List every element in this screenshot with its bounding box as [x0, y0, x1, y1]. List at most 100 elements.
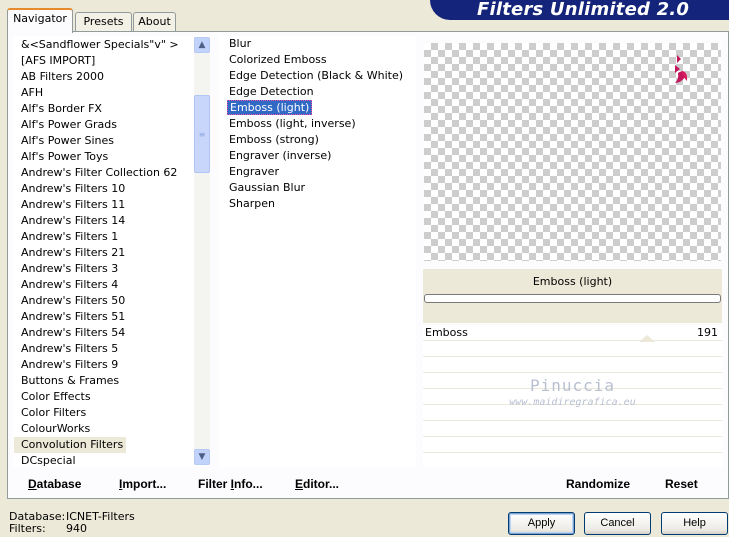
category-item[interactable]: Andrew's Filters 9: [14, 357, 209, 373]
app-title-banner: Filters Unlimited 2.0: [430, 0, 729, 20]
preview-canvas[interactable]: [424, 43, 721, 261]
category-item[interactable]: Andrew's Filters 11: [14, 197, 209, 213]
filter-item[interactable]: Engraver (inverse): [219, 148, 416, 164]
category-item[interactable]: Alf's Border FX: [14, 101, 209, 117]
chevron-up-icon: ▲: [198, 40, 206, 50]
scroll-down-button[interactable]: ▼: [194, 449, 210, 465]
filter-label: Engraver: [229, 165, 279, 178]
category-scrollbar[interactable]: ▲ ≡ ▼: [194, 37, 210, 465]
category-item[interactable]: Andrew's Filters 50: [14, 293, 209, 309]
category-label: Buttons & Frames: [21, 374, 120, 387]
category-label: Andrew's Filters 1: [21, 230, 119, 243]
category-label: Andrew's Filters 11: [21, 198, 126, 211]
scroll-up-button[interactable]: ▲: [194, 37, 210, 53]
category-label: &<Sandflower Specials"v" >: [21, 38, 179, 51]
filter-item[interactable]: Emboss (light, inverse): [219, 116, 416, 132]
category-item[interactable]: [AFS IMPORT]: [14, 53, 209, 69]
cancel-button[interactable]: Cancel: [584, 512, 651, 535]
filter-info-area: Emboss (light): [423, 269, 722, 323]
category-item[interactable]: AFH: [14, 85, 209, 101]
watermark-url: www.maidiregrafica.eu: [509, 397, 636, 408]
filter-item[interactable]: Colorized Emboss: [219, 52, 416, 68]
filter-label: Emboss (light, inverse): [229, 117, 356, 130]
filter-item[interactable]: Edge Detection (Black & White): [219, 68, 416, 84]
filter-label: Engraver (inverse): [229, 149, 332, 162]
filter-item[interactable]: Blur: [219, 36, 416, 52]
category-label: Alf's Border FX: [21, 102, 102, 115]
tab-about[interactable]: About: [133, 12, 176, 32]
category-item[interactable]: Color Effects: [14, 389, 209, 405]
category-item[interactable]: ColourWorks: [14, 421, 209, 437]
category-item[interactable]: Alf's Power Grads: [14, 117, 209, 133]
randomize-button[interactable]: Randomize: [566, 476, 630, 492]
filter-label: Edge Detection: [229, 85, 314, 98]
slider-thumb[interactable]: [639, 335, 655, 342]
filter-item[interactable]: Emboss (light): [219, 100, 416, 116]
current-filter-name: Emboss (light): [532, 275, 613, 288]
filter-item[interactable]: Emboss (strong): [219, 132, 416, 148]
category-label: Andrew's Filters 9: [21, 358, 119, 371]
category-item[interactable]: Andrew's Filters 14: [14, 213, 209, 229]
database-button[interactable]: Database: [28, 476, 81, 492]
category-item[interactable]: Andrew's Filters 21: [14, 245, 209, 261]
category-item[interactable]: &<Sandflower Specials"v" >: [14, 37, 209, 53]
param-row-emboss[interactable]: Emboss 191: [423, 325, 722, 341]
filter-label: Colorized Emboss: [229, 53, 327, 66]
category-label: Alf's Power Grads: [21, 118, 117, 131]
param-row-empty: [423, 357, 722, 373]
import-button[interactable]: Import...: [119, 476, 166, 492]
category-label: Andrew's Filters 10: [21, 182, 126, 195]
category-label: AB Filters 2000: [21, 70, 105, 83]
category-item[interactable]: Color Filters: [14, 405, 209, 421]
category-item[interactable]: DCspecial: [14, 453, 209, 466]
category-item[interactable]: Convolution Filters: [14, 437, 209, 453]
category-item[interactable]: AB Filters 2000: [14, 69, 209, 85]
category-label: Alf's Power Sines: [21, 134, 114, 147]
tab-navigator[interactable]: Navigator: [7, 8, 73, 33]
watermark: Pinuccia www.maidiregrafica.eu: [424, 376, 721, 408]
category-list[interactable]: &<Sandflower Specials"v" > [AFS IMPORT] AB…: [13, 36, 210, 467]
category-label: Andrew's Filters 4: [21, 278, 119, 291]
filter-item[interactable]: Sharpen: [219, 196, 416, 212]
category-label: Alf's Power Toys: [21, 150, 109, 163]
category-label: Andrew's Filters 21: [21, 246, 126, 259]
category-item[interactable]: Andrew's Filter Collection 62: [14, 165, 209, 181]
category-label: Convolution Filters: [14, 437, 127, 453]
category-label: Andrew's Filters 54: [21, 326, 126, 339]
editor-button[interactable]: Editor...: [295, 476, 339, 492]
apply-button[interactable]: Apply: [508, 512, 575, 535]
filter-info-button[interactable]: Filter Info...: [198, 476, 263, 492]
category-item[interactable]: Andrew's Filters 1: [14, 229, 209, 245]
filter-label: Emboss (light): [227, 100, 313, 115]
filter-item[interactable]: Engraver: [219, 164, 416, 180]
help-button[interactable]: Help: [661, 512, 728, 535]
category-item[interactable]: Andrew's Filters 4: [14, 277, 209, 293]
category-item[interactable]: Alf's Power Sines: [14, 133, 209, 149]
category-item[interactable]: Andrew's Filters 5: [14, 341, 209, 357]
filters-count-value: 940: [66, 522, 87, 535]
grip-icon: ≡: [198, 129, 206, 139]
filter-item[interactable]: Edge Detection: [219, 84, 416, 100]
category-item[interactable]: Alf's Power Toys: [14, 149, 209, 165]
status-area: Database: ICNET-Filters Filters: 940: [9, 511, 135, 535]
filter-list[interactable]: Blur Colorized Emboss Edge Detection (Blac…: [219, 36, 416, 467]
filter-label: Emboss (strong): [229, 133, 319, 146]
filter-label: Gaussian Blur: [229, 181, 306, 194]
category-item[interactable]: Andrew's Filters 3: [14, 261, 209, 277]
filter-label: Sharpen: [229, 197, 275, 210]
reset-button[interactable]: Reset: [665, 476, 698, 492]
category-label: Andrew's Filter Collection 62: [21, 166, 178, 179]
param-row-empty: [423, 421, 722, 437]
filter-label: Edge Detection (Black & White): [229, 69, 404, 82]
category-item[interactable]: Andrew's Filters 10: [14, 181, 209, 197]
tab-presets[interactable]: Presets: [75, 12, 132, 32]
scroll-thumb[interactable]: ≡: [194, 95, 210, 173]
app-title: Filters Unlimited 2.0: [477, 0, 690, 20]
category-item[interactable]: Buttons & Frames: [14, 373, 209, 389]
category-label: Andrew's Filters 3: [21, 262, 119, 275]
filters-count-label: Filters:: [9, 522, 46, 535]
param-row-empty: [423, 335, 722, 357]
category-item[interactable]: Andrew's Filters 51: [14, 309, 209, 325]
category-item[interactable]: Andrew's Filters 54: [14, 325, 209, 341]
filter-item[interactable]: Gaussian Blur: [219, 180, 416, 196]
